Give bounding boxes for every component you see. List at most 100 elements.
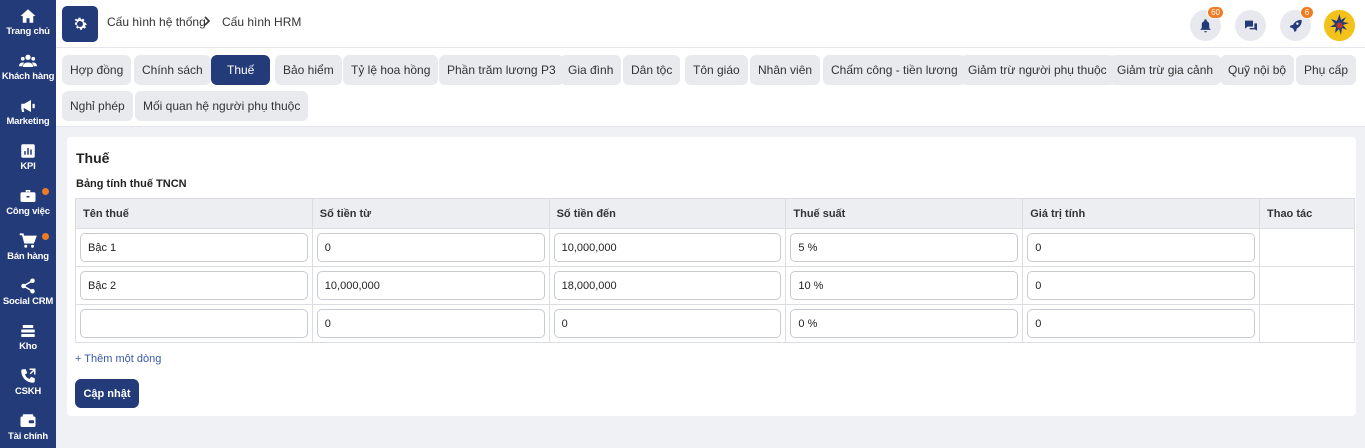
sidebar-item-label: Marketing <box>6 116 50 127</box>
tab-giam-tru-nguoi-phu-thuoc[interactable]: Giảm trừ người phụ thuộc <box>960 55 1115 85</box>
briefcase-icon <box>20 190 36 202</box>
actions-cell <box>1259 304 1355 343</box>
amount-to-input[interactable] <box>553 233 782 262</box>
card-title: Thuế <box>76 150 110 166</box>
cart-icon <box>19 233 37 248</box>
actions-cell <box>1259 228 1355 267</box>
tab-giam-tru-gia-canh[interactable]: Giảm trừ gia cảnh <box>1109 55 1222 85</box>
tab-dan-toc[interactable]: Dân tộc <box>623 55 681 85</box>
table-row <box>75 266 1355 305</box>
sidebar-item-label: Công việc <box>6 206 50 217</box>
tab-nghi-phep[interactable]: Nghỉ phép <box>62 91 133 121</box>
tax-name-input[interactable] <box>80 309 308 338</box>
tab-chinh-sach[interactable]: Chính sách <box>134 55 211 85</box>
amount-to-input[interactable] <box>553 309 782 338</box>
column-header: Số tiền đến <box>548 198 787 229</box>
sidebar-item-label: Bán hàng <box>7 251 49 262</box>
tax-name-input[interactable] <box>80 233 308 262</box>
settings-button[interactable] <box>62 6 98 42</box>
tab-gia-dinh[interactable]: Gia đình <box>560 55 622 85</box>
calc-value-input[interactable] <box>1027 271 1255 300</box>
sidebar-item-label: Trang chủ <box>6 26 50 37</box>
column-header: Giá trị tính <box>1022 198 1260 229</box>
tab-quy-noi-bo[interactable]: Quỹ nội bộ <box>1220 55 1295 85</box>
chevron-right-icon <box>204 16 211 26</box>
amount-from-input[interactable] <box>316 233 545 262</box>
tab-nhan-vien[interactable]: Nhân viên <box>750 55 821 85</box>
tab-phu-cap[interactable]: Phụ cấp <box>1296 55 1357 85</box>
tab-hop-dong[interactable]: Hợp đồng <box>62 55 132 85</box>
sidebar-item-label: CSKH <box>14 386 42 397</box>
sidebar-item-tasks[interactable]: Công việc <box>0 187 56 217</box>
sidebar-item-label: KPI <box>20 161 36 172</box>
sidebar-item-finance[interactable]: Tài chính <box>0 412 56 442</box>
tab-ty-le-hoa-hong[interactable]: Tỷ lệ hoa hồng <box>343 55 439 85</box>
add-row-link[interactable]: + Thêm một dòng <box>75 353 161 365</box>
calc-value-input[interactable] <box>1027 309 1255 338</box>
megaphone-icon <box>21 100 35 112</box>
top-header: Cấu hình hệ thống Cấu hình HRM 60 6 <box>56 0 1365 48</box>
tax-config-card: Thuế Bảng tính thuế TNCN Tên thuế Số tiề… <box>67 137 1356 416</box>
notification-dot <box>42 188 49 195</box>
breadcrumb-parent[interactable]: Cấu hình hệ thống <box>107 15 206 29</box>
sidebar-item-label: Social CRM <box>2 296 54 307</box>
tab-thue[interactable]: Thuế <box>211 55 271 85</box>
column-header: Thuế suất <box>785 198 1024 229</box>
actions-cell <box>1259 266 1355 305</box>
table-row <box>75 304 1355 343</box>
chat-icon <box>1244 20 1257 31</box>
messages-button[interactable] <box>1235 10 1266 41</box>
sidebar-item-kpi[interactable]: KPI <box>0 142 56 172</box>
tab-bao-hiem[interactable]: Bảo hiểm <box>275 55 342 85</box>
update-button[interactable]: Cập nhật <box>75 379 139 408</box>
user-avatar[interactable] <box>1324 10 1355 41</box>
warehouse-icon <box>21 325 35 337</box>
tax-name-input[interactable] <box>80 271 308 300</box>
sidebar-item-label: Kho <box>19 341 37 352</box>
avatar-image <box>1324 10 1355 41</box>
tab-phan-tram-luong-p3[interactable]: Phần trăm lương P3 <box>439 55 564 85</box>
sidebar-item-warehouse[interactable]: Kho <box>0 322 56 352</box>
sidebar-item-marketing[interactable]: Marketing <box>0 97 56 127</box>
config-tabs: Hợp đồng Chính sách Thuế Bảo hiểm Tỷ lệ … <box>56 48 1365 127</box>
amount-from-input[interactable] <box>316 271 545 300</box>
rocket-count-badge: 6 <box>1300 6 1314 19</box>
amount-to-input[interactable] <box>553 271 782 300</box>
wallet-icon <box>20 414 36 427</box>
column-header: Tên thuế <box>75 198 313 229</box>
column-header: Số tiền từ <box>311 198 550 229</box>
sidebar-item-label: Tài chính <box>8 431 48 442</box>
card-subtitle: Bảng tính thuế TNCN <box>76 178 187 190</box>
gear-icon <box>74 17 88 30</box>
bell-icon <box>1200 19 1211 33</box>
table-row <box>75 228 1355 267</box>
sidebar-item-home[interactable]: Trang chủ <box>0 7 56 37</box>
tab-moi-quan-he-nguoi-phu-thuoc[interactable]: Mối quan hệ người phụ thuộc <box>135 91 309 121</box>
home-icon <box>20 9 36 23</box>
table-header-row: Tên thuế Số tiền từ Số tiền đến Thuế suấ… <box>75 198 1355 229</box>
breadcrumb-current: Cấu hình HRM <box>222 15 302 29</box>
tab-ton-giao[interactable]: Tôn giáo <box>685 55 748 85</box>
tax-table: Tên thuế Số tiền từ Số tiền đến Thuế suấ… <box>75 198 1355 343</box>
users-icon <box>19 54 37 67</box>
tax-rate-input[interactable] <box>790 309 1019 338</box>
rocket-icon <box>1289 19 1302 32</box>
calc-value-input[interactable] <box>1027 233 1255 262</box>
sidebar-item-customers[interactable]: Khách hàng <box>0 52 56 82</box>
sidebar-item-label: Khách hàng <box>1 71 55 82</box>
share-icon <box>21 278 35 294</box>
tab-cham-cong-tien-luong[interactable]: Chấm công - tiền lương <box>823 55 966 85</box>
notifications-button[interactable]: 60 <box>1190 6 1224 41</box>
sidebar-item-sales[interactable]: Bán hàng <box>0 232 56 262</box>
notification-dot <box>42 233 49 240</box>
column-header: Thao tác <box>1259 198 1355 229</box>
amount-from-input[interactable] <box>316 309 545 338</box>
tax-rate-input[interactable] <box>790 271 1019 300</box>
sidebar-item-customer-care[interactable]: CSKH <box>0 367 56 397</box>
tax-rate-input[interactable] <box>790 233 1019 262</box>
phone-icon <box>21 368 36 383</box>
sidebar-item-social-crm[interactable]: Social CRM <box>0 277 56 307</box>
rocket-button[interactable]: 6 <box>1280 6 1314 41</box>
sidebar: Trang chủ Khách hàng Marketing KPI Công … <box>0 0 56 448</box>
notification-count-badge: 60 <box>1207 6 1224 19</box>
